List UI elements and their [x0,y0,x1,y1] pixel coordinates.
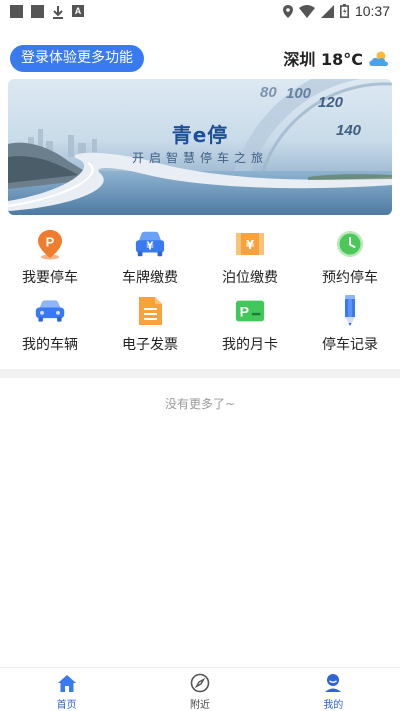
signal-icon [320,4,334,18]
svg-text:P: P [240,304,249,320]
location-icon [282,4,293,18]
tab-label: 附近 [189,700,210,711]
clock-icon [334,228,366,260]
compass-icon [189,672,211,694]
function-park[interactable]: P 我要停车 [0,228,100,295]
top-row: 登录体验更多功能 深圳 18°C [10,44,390,72]
banner-subtitle: 开启智慧停车之旅 [131,151,268,165]
svg-text:120: 120 [318,94,344,111]
status-time: 10:37 [354,3,390,19]
font-icon: A [72,5,84,17]
function-label: 我要停车 [22,270,78,286]
function-label: 我的车辆 [22,337,78,353]
weather-text: 深圳 18°C [283,50,363,69]
svg-text:¥: ¥ [146,241,154,253]
profile-icon [322,672,344,694]
home-icon [56,672,78,694]
notification-icon [10,4,23,18]
function-label: 电子发票 [122,337,178,353]
function-parking-records[interactable]: 停车记录 [300,295,400,362]
function-label: 预约停车 [322,270,378,286]
wifi-icon [298,4,315,18]
svg-text:100: 100 [286,85,312,102]
svg-text:P: P [46,235,55,250]
notification-icon [31,4,44,18]
pencil-icon [334,295,366,327]
function-my-cars[interactable]: 我的车辆 [0,295,100,362]
cloud-icon [369,51,389,66]
status-right: 10:37 [282,3,390,19]
car-fee-icon: ¥ [134,228,166,260]
parking-pin-icon: P [34,228,66,260]
berth-fee-icon: ¥ [234,228,266,260]
bottom-tab-bar: 首页 附近 我的 [0,667,400,711]
battery-icon [339,4,349,18]
function-label: 我的月卡 [222,337,278,353]
no-more-text: 没有更多了~ [164,397,236,411]
monthly-card-icon: P [234,295,266,327]
car-icon [34,295,66,327]
function-label: 车牌缴费 [122,270,178,286]
status-left: A [10,4,84,19]
function-berth-pay[interactable]: ¥ 泊位缴费 [200,228,300,295]
tab-mine[interactable]: 我的 [267,668,400,711]
weather-widget[interactable]: 深圳 18°C [283,46,390,70]
tab-home[interactable]: 首页 [0,668,133,711]
login-button[interactable]: 登录体验更多功能 [10,44,144,72]
function-row: 我的车辆 电子发票 P 我的月卡 停车记录 [0,295,400,362]
function-monthly-card[interactable]: P 我的月卡 [200,295,300,362]
function-row: P 我要停车 ¥ 车牌缴费 ¥ 泊位缴费 预约停车 [0,228,400,295]
function-grid: P 我要停车 ¥ 车牌缴费 ¥ 泊位缴费 预约停车 我的车辆 电子发票 P 我的… [0,228,400,362]
function-label: 泊位缴费 [222,270,278,286]
svg-text:¥: ¥ [246,238,255,252]
function-label: 停车记录 [322,337,378,353]
promo-banner[interactable]: 80 100 120 140 青e停 开启智慧停车之旅 [8,79,392,215]
tab-nearby[interactable]: 附近 [133,668,266,711]
banner-title: 青e停 [171,123,229,147]
tab-label: 首页 [56,700,77,711]
function-plate-pay[interactable]: ¥ 车牌缴费 [100,228,200,295]
function-reserve[interactable]: 预约停车 [300,228,400,295]
svg-text:80: 80 [260,84,277,101]
invoice-icon [134,295,166,327]
function-invoice[interactable]: 电子发票 [100,295,200,362]
tab-label: 我的 [323,700,344,711]
status-bar: A 10:37 [0,0,400,22]
section-divider [0,369,400,378]
download-icon [52,4,64,19]
